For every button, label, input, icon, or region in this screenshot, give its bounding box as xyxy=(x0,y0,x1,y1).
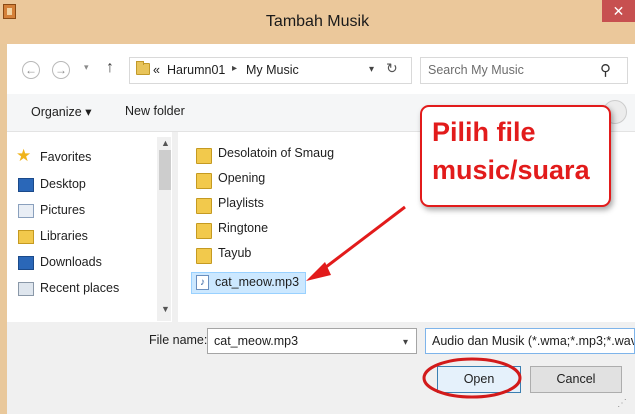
folder-icon xyxy=(196,198,212,214)
breadcrumb-item-harumn01[interactable]: Harumn01 xyxy=(167,63,225,77)
up-button[interactable]: ↑ xyxy=(106,59,114,77)
nav-item-pictures[interactable]: Pictures xyxy=(40,203,85,217)
refresh-button[interactable]: ↻ xyxy=(386,60,398,77)
new-folder-button[interactable]: New folder xyxy=(125,104,185,118)
folder-icon xyxy=(196,223,212,239)
organize-menu[interactable]: Organize ▾ xyxy=(31,104,91,119)
file-name-input[interactable]: cat_meow.mp3 xyxy=(207,328,417,354)
search-icon[interactable]: ⚲ xyxy=(600,61,611,79)
back-button[interactable]: ← xyxy=(22,61,40,79)
search-input[interactable]: Search My Music xyxy=(420,57,628,84)
scroll-up-icon[interactable]: ▲ xyxy=(161,138,170,148)
nav-item-favorites[interactable]: Favorites xyxy=(40,150,91,164)
cancel-button[interactable]: Cancel xyxy=(530,366,622,393)
file-name-label: File name: xyxy=(149,333,208,347)
open-button[interactable]: Open xyxy=(437,366,521,393)
folder-icon xyxy=(196,173,212,189)
music-folder-icon xyxy=(136,61,150,75)
libraries-icon xyxy=(18,230,34,244)
folder-name: Tayub xyxy=(218,246,252,260)
file-name-dropdown-icon[interactable]: ▾ xyxy=(403,337,408,348)
file-name-cat-meow[interactable]: cat_meow.mp3 xyxy=(215,275,299,289)
address-dropdown-icon[interactable]: ▾ xyxy=(369,64,374,75)
recent-places-icon xyxy=(18,282,34,296)
forward-button[interactable]: → xyxy=(52,61,70,79)
audio-file-icon: ♪ xyxy=(196,275,209,290)
nav-item-libraries[interactable]: Libraries xyxy=(40,229,88,243)
breadcrumb-item-my-music[interactable]: My Music xyxy=(246,63,299,77)
close-button[interactable]: ✕ xyxy=(602,0,635,22)
window-title: Tambah Musik xyxy=(265,13,370,30)
breadcrumb-overflow[interactable]: « xyxy=(153,63,160,77)
folder-name: Ringtone xyxy=(218,221,269,235)
annotation-callout-text: Pilih file music/suara xyxy=(432,113,590,189)
nav-item-recent-places[interactable]: Recent places xyxy=(40,281,119,295)
folder-icon xyxy=(196,248,212,264)
annotation-line-1: Pilih file xyxy=(432,117,536,147)
scroll-down-icon[interactable]: ▼ xyxy=(161,304,170,314)
annotation-line-2: music/suara xyxy=(432,155,590,185)
nav-item-downloads[interactable]: Downloads xyxy=(40,255,102,269)
breadcrumb-separator-icon[interactable]: ▸ xyxy=(232,63,237,74)
file-type-select[interactable]: Audio dan Musik (*.wma;*.mp3;*.wav xyxy=(425,328,635,354)
nav-item-desktop[interactable]: Desktop xyxy=(40,177,86,191)
desktop-icon xyxy=(18,178,34,192)
folder-name: Opening xyxy=(218,171,266,185)
folder-name: Desolatoin of Smaug xyxy=(218,146,335,160)
star-icon: ★ xyxy=(16,146,32,165)
pictures-icon xyxy=(18,204,34,218)
recent-locations-dropdown-icon[interactable]: ▾ xyxy=(84,62,89,73)
folder-icon xyxy=(196,148,212,164)
downloads-icon xyxy=(18,256,34,270)
scrollbar-thumb[interactable] xyxy=(159,150,171,190)
resize-grip-icon[interactable]: ⋰ xyxy=(617,398,627,409)
folder-name: Playlists xyxy=(218,196,264,210)
